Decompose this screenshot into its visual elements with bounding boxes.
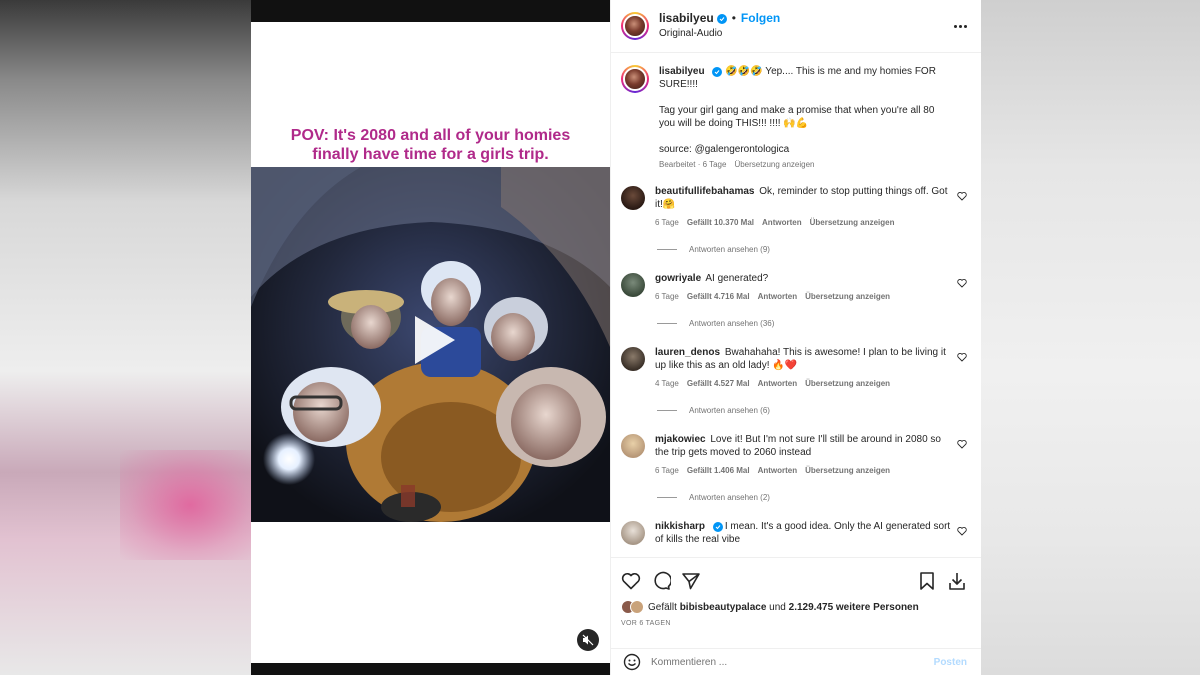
- like-heart-icon[interactable]: [957, 278, 967, 288]
- likes-count[interactable]: 2.129.475 weitere Personen: [789, 602, 919, 613]
- comment-input[interactable]: [651, 656, 934, 668]
- reply-button[interactable]: Antworten: [758, 379, 798, 388]
- comment-item: beautifullifebahamas Ok, reminder to sto…: [621, 185, 967, 227]
- backdrop-left: [0, 0, 260, 675]
- comment-username[interactable]: mjakowiec: [655, 434, 706, 445]
- comment-age: 6 Tage: [655, 466, 679, 475]
- original-audio-link[interactable]: Original-Audio: [659, 26, 780, 41]
- liker-avatars[interactable]: [621, 600, 644, 614]
- caption-line-2: Tag your girl gang and make a promise th…: [659, 105, 935, 129]
- caption-username[interactable]: lisabilyeu: [659, 66, 705, 77]
- view-replies-button[interactable]: Antworten ansehen (9): [657, 245, 967, 254]
- comment-bubble-icon[interactable]: [651, 571, 671, 591]
- commenter-avatar[interactable]: [621, 347, 645, 371]
- follow-button[interactable]: Folgen: [741, 11, 780, 26]
- likes-and: und: [769, 601, 786, 613]
- media-top-bar: [251, 0, 610, 22]
- mute-button[interactable]: [577, 629, 599, 651]
- post-media[interactable]: POV: It's 2080 and all of your homies fi…: [251, 0, 610, 675]
- emoji-icon[interactable]: [623, 653, 641, 671]
- translate-button[interactable]: Übersetzung anzeigen: [805, 466, 890, 475]
- likes-prefix: Gefällt: [648, 601, 677, 613]
- like-heart-icon[interactable]: [957, 526, 967, 536]
- caption-translate-link[interactable]: Übersetzung anzeigen: [734, 160, 814, 169]
- view-replies-button[interactable]: Antworten ansehen (2): [657, 493, 967, 502]
- reply-button[interactable]: Antworten: [758, 466, 798, 475]
- comment-username[interactable]: gowriyale: [655, 273, 701, 284]
- like-heart-icon[interactable]: [957, 439, 967, 449]
- post-header: lisabilyeu • Folgen Original-Audio: [611, 0, 981, 53]
- verified-badge-icon: [712, 67, 723, 77]
- muted-speaker-icon: [582, 634, 594, 646]
- liker-username[interactable]: bibisbeautypalace: [680, 602, 767, 613]
- like-heart-icon[interactable]: [957, 352, 967, 362]
- reply-button[interactable]: Antworten: [762, 218, 802, 227]
- post-comment-button[interactable]: Posten: [934, 657, 967, 668]
- play-icon: [415, 316, 455, 364]
- comment-composer: Posten: [611, 648, 981, 675]
- comment-text: AI generated?: [705, 273, 769, 284]
- comment-age: 6 Tage: [655, 218, 679, 227]
- download-icon[interactable]: [947, 571, 967, 591]
- header-separator: •: [731, 11, 736, 25]
- caption-source: source: @galengerontologica: [659, 144, 790, 155]
- like-heart-icon[interactable]: [621, 571, 641, 591]
- post-side-panel: lisabilyeu • Folgen Original-Audio lisab…: [610, 0, 981, 675]
- commenter-avatar[interactable]: [621, 186, 645, 210]
- commenter-avatar[interactable]: [621, 434, 645, 458]
- commenter-avatar[interactable]: [621, 273, 645, 297]
- like-heart-icon[interactable]: [957, 191, 967, 201]
- caption-author-avatar[interactable]: [621, 65, 649, 93]
- post-modal: POV: It's 2080 and all of your homies fi…: [251, 0, 981, 675]
- comments-list[interactable]: lisabilyeu 🤣🤣🤣 Yep.... This is me and my…: [611, 53, 981, 557]
- backdrop-right: [981, 0, 1200, 675]
- post-actions: Gefällt bibisbeautypalace und 2.129.475 …: [611, 557, 981, 675]
- comment-likes[interactable]: Gefällt 10.370 Mal: [687, 218, 754, 227]
- reply-button[interactable]: Antworten: [758, 292, 798, 301]
- comment-likes[interactable]: Gefällt 1.406 Mal: [687, 466, 750, 475]
- comment-username[interactable]: lauren_denos: [655, 347, 720, 358]
- header-meta: lisabilyeu • Folgen Original-Audio: [659, 11, 780, 41]
- media-caption-text: POV: It's 2080 and all of your homies fi…: [290, 127, 571, 163]
- bookmark-save-icon[interactable]: [917, 571, 937, 591]
- share-send-icon[interactable]: [681, 571, 701, 591]
- verified-badge-icon: [712, 522, 723, 532]
- comment-item: nikkisharp I mean. It's a good idea. Onl…: [621, 520, 967, 546]
- comment-likes[interactable]: Gefällt 4.527 Mal: [687, 379, 750, 388]
- post-caption: lisabilyeu 🤣🤣🤣 Yep.... This is me and my…: [621, 65, 967, 169]
- more-options-icon[interactable]: [954, 24, 967, 28]
- commenter-avatar[interactable]: [621, 521, 645, 545]
- author-avatar[interactable]: [621, 12, 649, 40]
- likes-summary: Gefällt bibisbeautypalace und 2.129.475 …: [621, 600, 967, 614]
- translate-button[interactable]: Übersetzung anzeigen: [810, 218, 895, 227]
- comment-username[interactable]: beautifullifebahamas: [655, 186, 754, 197]
- comment-age: 6 Tage: [655, 292, 679, 301]
- comment-item: mjakowiec Love it! But I'm not sure I'll…: [621, 433, 967, 475]
- comment-likes[interactable]: Gefällt 4.716 Mal: [687, 292, 750, 301]
- comment-username[interactable]: nikkisharp: [655, 521, 705, 532]
- comment-item: lauren_denos Bwahahaha! This is awesome!…: [621, 346, 967, 388]
- media-bottom-bar: [251, 663, 610, 675]
- verified-badge-icon: [716, 13, 727, 24]
- view-replies-button[interactable]: Antworten ansehen (6): [657, 406, 967, 415]
- translate-button[interactable]: Übersetzung anzeigen: [805, 379, 890, 388]
- translate-button[interactable]: Übersetzung anzeigen: [805, 292, 890, 301]
- author-username[interactable]: lisabilyeu: [659, 11, 714, 26]
- comment-age: 4 Tage: [655, 379, 679, 388]
- post-timestamp: VOR 6 TAGEN: [621, 620, 671, 627]
- view-replies-button[interactable]: Antworten ansehen (36): [657, 319, 967, 328]
- comment-item: gowriyale AI generated? 6 Tage Gefällt 4…: [621, 272, 967, 301]
- play-button[interactable]: [403, 312, 459, 368]
- caption-edited: Bearbeitet · 6 Tage: [659, 160, 727, 169]
